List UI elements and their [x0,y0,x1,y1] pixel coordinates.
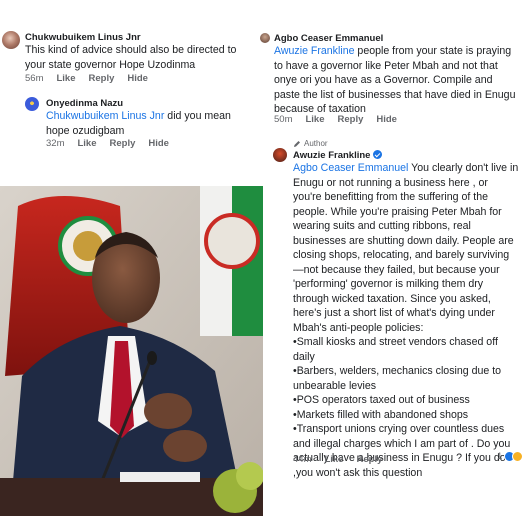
avatar-chukwubuikem[interactable] [2,31,20,49]
hide-button[interactable]: Hide [376,114,397,125]
reply-button[interactable]: Reply [89,73,115,84]
verified-badge-icon [373,150,383,159]
mention-link[interactable]: Chukwubuikem Linus Jnr [46,110,164,122]
comment-text-agbo: Awuzie Frankline people from your state … [274,44,520,117]
bullet-item: •Transport unions crying over countless … [293,423,511,479]
avatar-onyedinma[interactable] [25,97,39,111]
avatar-agbo[interactable] [260,33,270,43]
reply-actions-onyedinma: 32m Like Reply Hide [46,138,169,149]
laugh-reaction-icon [512,451,524,462]
author-badge-label: Author [304,139,328,148]
reply-time: 32m [46,138,65,149]
reaction-count: 1 [497,451,503,462]
bullet-item: •Small kiosks and street vendors chased … [293,336,498,363]
reply-button[interactable]: Reply [110,138,136,149]
hide-button[interactable]: Hide [127,73,148,84]
reply-button[interactable]: Reply [338,114,364,125]
pencil-icon [294,140,300,147]
mention-link[interactable]: Agbo Ceaser Emmanuel [293,162,408,174]
bullet-item: •Markets filled with abandoned shops [293,408,469,421]
hide-button[interactable]: Hide [148,138,169,149]
comment-actions-chukwubuikem: 56m Like Reply Hide [25,73,148,84]
mention-link[interactable]: Awuzie Frankline [274,45,354,57]
reply-author-awuzie[interactable]: Awuzie Frankline [293,150,383,161]
comment-time: 50m [274,114,293,125]
author-badge: Author [293,139,328,148]
like-button[interactable]: Like [305,114,324,125]
reply-author-onyedinma[interactable]: Onyedinma Nazu [46,98,123,109]
comment-time: 56m [25,73,44,84]
bullet-item: •Barbers, welders, mechanics closing due… [293,365,502,392]
governor-photo [0,186,263,516]
reply-text-onyedinma: Chukwubuikem Linus Jnr did you mean hope… [46,109,251,138]
like-button[interactable]: Like [77,138,96,149]
avatar-awuzie[interactable] [273,148,287,162]
reply-body: You clearly don't live in Enugu or not r… [293,162,519,334]
like-button[interactable]: Like [56,73,75,84]
author-name[interactable]: Awuzie Frankline [293,150,370,161]
comment-author-chukwubuikem[interactable]: Chukwubuikem Linus Jnr [25,32,141,43]
comment-text-chukwubuikem: This kind of advice should also be direc… [25,44,237,71]
bullet-item: •POS operators taxed out of business [293,394,470,406]
like-button[interactable]: Like [324,454,343,465]
comment-author-agbo[interactable]: Agbo Ceaser Emmanuel [274,33,383,44]
comment-actions-agbo: 50m Like Reply Hide [274,114,397,125]
reply-text-awuzie: Agbo Ceaser Emmanuel You clearly don't l… [293,161,519,480]
reply-actions-awuzie: 44m Like Reply [293,454,382,465]
reaction-summary[interactable]: 1 [497,451,524,462]
reply-button[interactable]: Reply [357,454,383,465]
reply-time: 44m [293,454,312,465]
governor-photo-illustration [0,186,263,516]
